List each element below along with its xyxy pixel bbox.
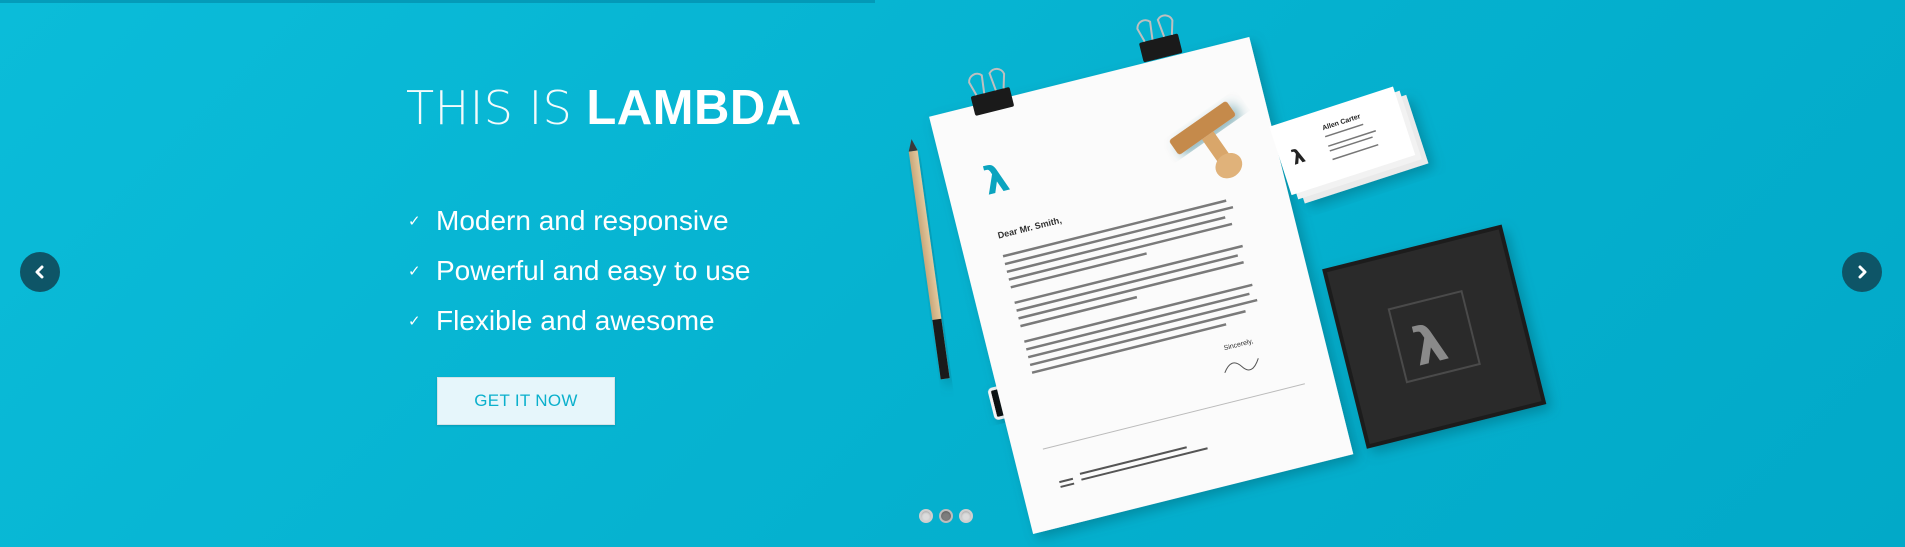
chevron-right-icon bbox=[1858, 265, 1867, 279]
hero-title: THIS IS LAMBDA bbox=[406, 80, 802, 136]
feature-label: Modern and responsive bbox=[436, 205, 729, 236]
hero-slider: THIS IS LAMBDA ✓ Modern and responsive ✓ … bbox=[0, 0, 1905, 547]
stationery-mockup-image: λ Dear Mr. Smith, Sincerely, λ Allen Car… bbox=[908, 14, 1547, 534]
slide-dot-2[interactable] bbox=[939, 509, 953, 523]
list-item: ✓ Powerful and easy to use bbox=[408, 246, 750, 296]
checkmark-icon: ✓ bbox=[408, 211, 421, 230]
slide-dot-1[interactable] bbox=[919, 509, 933, 523]
slide-dot-3[interactable] bbox=[959, 509, 973, 523]
list-item: ✓ Modern and responsive bbox=[408, 196, 750, 246]
checkmark-icon: ✓ bbox=[408, 311, 421, 330]
feature-label: Powerful and easy to use bbox=[436, 255, 751, 286]
slide-pagination bbox=[919, 509, 973, 523]
chevron-left-icon bbox=[35, 265, 44, 279]
business-card-illustration: λ Allen Carter bbox=[1269, 86, 1429, 204]
gift-box-illustration: λ bbox=[1322, 224, 1547, 449]
get-it-now-button[interactable]: GET IT NOW bbox=[437, 377, 615, 425]
feature-label: Flexible and awesome bbox=[436, 305, 715, 336]
list-item: ✓ Flexible and awesome bbox=[408, 296, 750, 346]
next-slide-button[interactable] bbox=[1842, 252, 1882, 292]
hero-title-light: THIS IS bbox=[406, 81, 573, 135]
checkmark-icon: ✓ bbox=[408, 261, 421, 280]
binder-clip-icon bbox=[1136, 14, 1183, 63]
hero-title-bold: LAMBDA bbox=[586, 81, 802, 135]
feature-list: ✓ Modern and responsive ✓ Powerful and e… bbox=[408, 196, 750, 346]
slide-progress-bar bbox=[0, 0, 875, 3]
pencil-illustration bbox=[908, 139, 950, 380]
prev-slide-button[interactable] bbox=[20, 252, 60, 292]
